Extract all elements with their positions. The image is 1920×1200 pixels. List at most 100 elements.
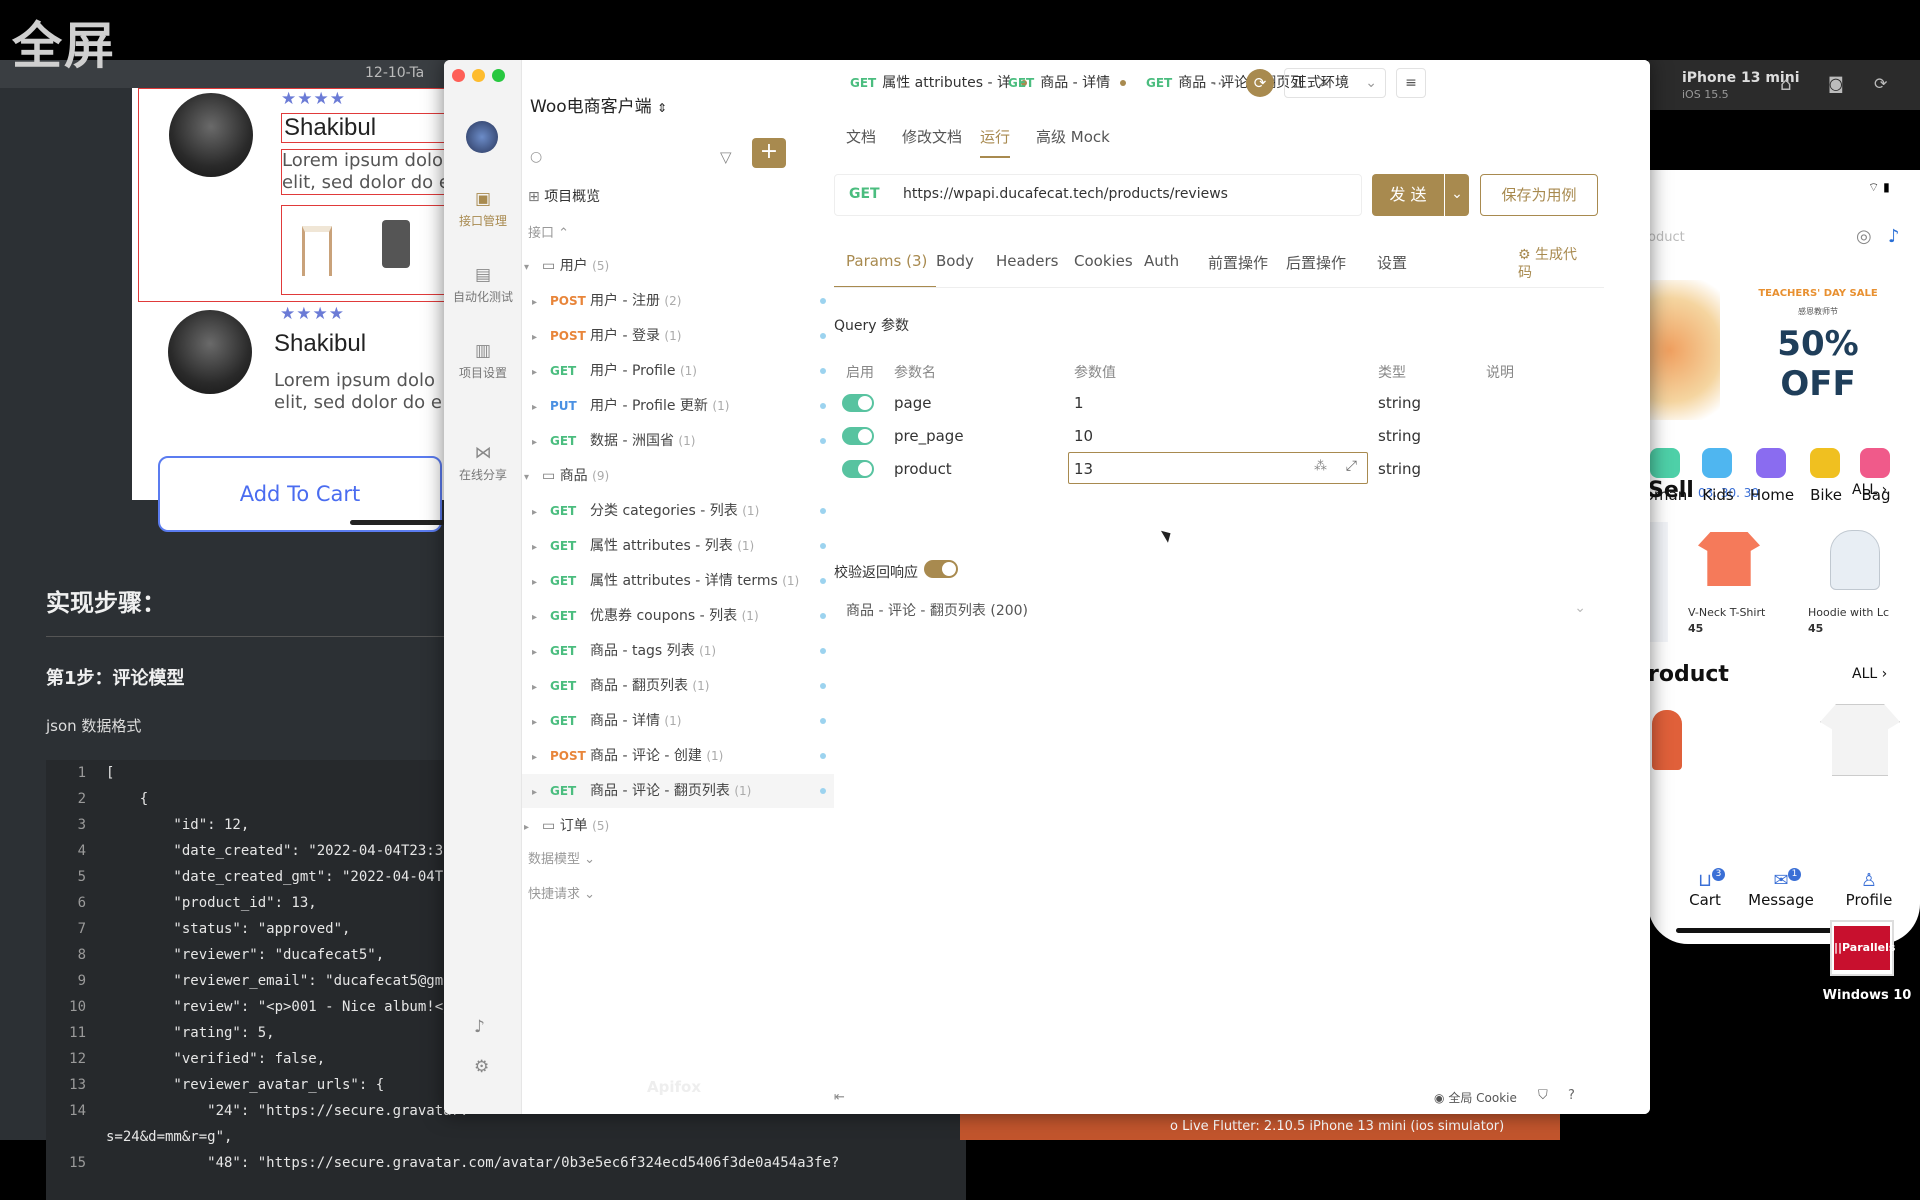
minimize-window-button[interactable] <box>472 69 485 82</box>
validate-response-toggle[interactable] <box>924 560 958 578</box>
request-method[interactable]: GET <box>849 186 880 202</box>
chevron-down-icon: ⌄ <box>1365 75 1377 91</box>
product-all-link[interactable]: ALL › <box>1852 666 1887 682</box>
camera-icon[interactable]: ◎ <box>1856 226 1872 247</box>
response-case-select[interactable]: 商品 - 评论 - 翻页列表 (200) ⌄ <box>834 590 1596 630</box>
param-tab[interactable]: Auth <box>1144 252 1179 270</box>
send-options-button[interactable]: ⌄ <box>1445 174 1469 216</box>
api-endpoint-item[interactable]: ▸ POST 用户 - 注册 (2) <box>522 284 834 318</box>
api-endpoint-item[interactable]: ▸ GET 用户 - Profile (1) <box>522 354 834 388</box>
param-type[interactable]: string <box>1378 394 1421 412</box>
project-switcher[interactable]: Woo电商客户端 ⇕ <box>530 92 667 117</box>
bottom-nav-item[interactable]: ✉ 1 Message <box>1746 868 1816 909</box>
expand-icon[interactable]: ⤢ <box>1346 458 1357 474</box>
api-endpoint-item[interactable]: ▸ GET 商品 - 评论 - 翻页列表 (1) <box>522 774 834 808</box>
product-card[interactable]: Hoodie with Lc 45 <box>1796 522 1920 642</box>
request-tab[interactable]: GET 商品 - 详情 <box>1008 60 1127 106</box>
rail-item-label: 项目设置 <box>458 366 507 380</box>
shirt-icon[interactable]: ⛉ <box>1538 1088 1548 1103</box>
api-endpoint-item[interactable]: ▸ POST 用户 - 登录 (1) <box>522 319 834 353</box>
environment-select[interactable]: 正式环境 ⌄ <box>1284 68 1386 98</box>
project-overview-link[interactable]: ⊞ 项目概览 <box>528 186 600 206</box>
api-endpoint-item[interactable]: ▸ PUT 用户 - Profile 更新 (1) <box>522 389 834 423</box>
param-enable-toggle[interactable] <box>842 427 874 445</box>
param-tab[interactable]: Body <box>936 252 974 270</box>
category-item[interactable]: Home <box>1744 448 1800 512</box>
param-name[interactable]: product <box>894 460 952 478</box>
parallels-desktop-icon[interactable]: ||Parallels <box>1830 920 1895 976</box>
magic-wand-icon[interactable]: ⁂ <box>1314 459 1327 474</box>
project-avatar[interactable] <box>466 121 498 153</box>
subtab[interactable]: 修改文档 <box>902 126 962 158</box>
folder-item[interactable]: ▾ ▭ 商品 (9) <box>522 459 834 493</box>
param-type[interactable]: string <box>1378 460 1421 478</box>
api-endpoint-item[interactable]: ▸ GET 商品 - 详情 (1) <box>522 704 834 738</box>
section-quick-toggle[interactable]: 快捷请求 ⌄ <box>528 883 595 902</box>
screenshot-icon[interactable]: ◙ <box>1828 74 1844 93</box>
rail-item[interactable]: ▣ 接口管理 <box>444 190 522 229</box>
product-card[interactable]: V-Neck T-Shirt 45 <box>1678 522 1788 642</box>
param-value[interactable]: 10 <box>1074 427 1093 445</box>
bell-icon[interactable]: ♪ <box>474 1017 485 1037</box>
close-window-button[interactable] <box>452 69 465 82</box>
menu-icon[interactable]: ≡ <box>1396 68 1426 98</box>
add-button[interactable]: + <box>752 138 786 168</box>
sale-banner[interactable]: TEACHERS' DAY SALE 感恩教师节 50% OFF <box>1648 270 1920 430</box>
endpoint-label: 商品 - 翻页列表 <box>590 678 688 694</box>
url-input[interactable]: https://wpapi.ducafecat.tech/products/re… <box>903 186 1228 202</box>
bell-icon[interactable]: ♪ <box>1888 226 1900 247</box>
subtab[interactable]: 文档 <box>846 126 876 158</box>
api-endpoint-item[interactable]: ▸ POST 商品 - 评论 - 创建 (1) <box>522 739 834 773</box>
filter-icon[interactable]: ▽ <box>720 148 732 166</box>
param-value[interactable]: 1 <box>1074 394 1084 412</box>
param-name[interactable]: pre_page <box>894 427 964 445</box>
subtab[interactable]: 运行 <box>980 126 1011 158</box>
category-item[interactable]: Kids <box>1690 448 1746 512</box>
subtab[interactable]: 高级 Mock <box>1036 126 1110 158</box>
folder-item[interactable]: ▸ ▭ 订单 (5) <box>522 809 834 843</box>
collapse-sidebar-icon[interactable]: ⇤ <box>834 1090 845 1105</box>
param-tab[interactable]: Cookies <box>1074 252 1133 270</box>
param-tab[interactable]: 设置 <box>1377 252 1407 273</box>
folder-item[interactable]: ▾ ▭ 用户 (5) <box>522 249 834 283</box>
rotate-icon[interactable]: ⟳ <box>1874 74 1887 93</box>
param-enable-toggle[interactable] <box>842 394 874 412</box>
api-endpoint-item[interactable]: ▸ GET 优惠券 coupons - 列表 (1) <box>522 599 834 633</box>
param-value-input[interactable]: ⁂ ⤢ <box>1068 452 1368 484</box>
api-endpoint-item[interactable]: ▸ GET 商品 - 翻页列表 (1) <box>522 669 834 703</box>
param-tab[interactable]: Headers <box>996 252 1058 270</box>
search-input[interactable]: oduct <box>1648 230 1685 245</box>
rail-item[interactable]: ▥ 项目设置 <box>444 342 522 381</box>
save-as-case-button[interactable]: 保存为用例 <box>1480 174 1598 216</box>
generate-code-button[interactable]: ⚙ 生成代码 <box>1518 246 1582 282</box>
param-tab[interactable]: Params (3) <box>846 252 927 270</box>
param-enable-toggle[interactable] <box>842 460 874 478</box>
help-icon[interactable]: ? <box>1568 1088 1575 1103</box>
param-type[interactable]: string <box>1378 427 1421 445</box>
section-models-toggle[interactable]: 数据模型 ⌄ <box>528 848 595 867</box>
global-cookie-button[interactable]: ◉ 全局 Cookie <box>1434 1089 1517 1106</box>
more-tabs-button[interactable]: ··· <box>1212 74 1227 93</box>
api-endpoint-item[interactable]: ▸ GET 属性 attributes - 详情 terms (1) <box>522 564 834 598</box>
category-item[interactable]: oman <box>1648 448 1694 512</box>
param-tab[interactable]: 前置操作 <box>1208 252 1268 273</box>
request-tab[interactable]: GET 属性 attributes - 详 <box>850 60 1027 106</box>
section-api-toggle[interactable]: 接口 ⌃ <box>528 222 569 241</box>
param-name[interactable]: page <box>894 394 931 412</box>
api-endpoint-item[interactable]: ▸ GET 商品 - tags 列表 (1) <box>522 634 834 668</box>
rail-item[interactable]: ⋈ 在线分享 <box>444 444 522 483</box>
param-tab[interactable]: 后置操作 <box>1286 252 1346 273</box>
bottom-nav-item[interactable]: ♙ Profile <box>1834 870 1904 909</box>
api-endpoint-item[interactable]: ▸ GET 属性 attributes - 列表 (1) <box>522 529 834 563</box>
api-endpoint-item[interactable]: ▸ GET 数据 - 洲国省 (1) <box>522 424 834 458</box>
category-item[interactable]: Bag <box>1848 448 1904 512</box>
maximize-window-button[interactable] <box>492 69 505 82</box>
send-button[interactable]: 发 送 <box>1372 174 1444 216</box>
sync-icon[interactable]: ⟳ <box>1246 69 1274 97</box>
rail-item[interactable]: ▤ 自动化测试 <box>444 266 522 305</box>
gear-icon[interactable]: ⚙ <box>474 1057 489 1077</box>
home-icon[interactable]: ⌂ <box>1780 74 1791 95</box>
bottom-nav-item[interactable]: ⊔ 3 Cart <box>1670 868 1740 909</box>
api-endpoint-item[interactable]: ▸ GET 分类 categories - 列表 (1) <box>522 494 834 528</box>
category-item[interactable]: Bike <box>1798 448 1854 512</box>
